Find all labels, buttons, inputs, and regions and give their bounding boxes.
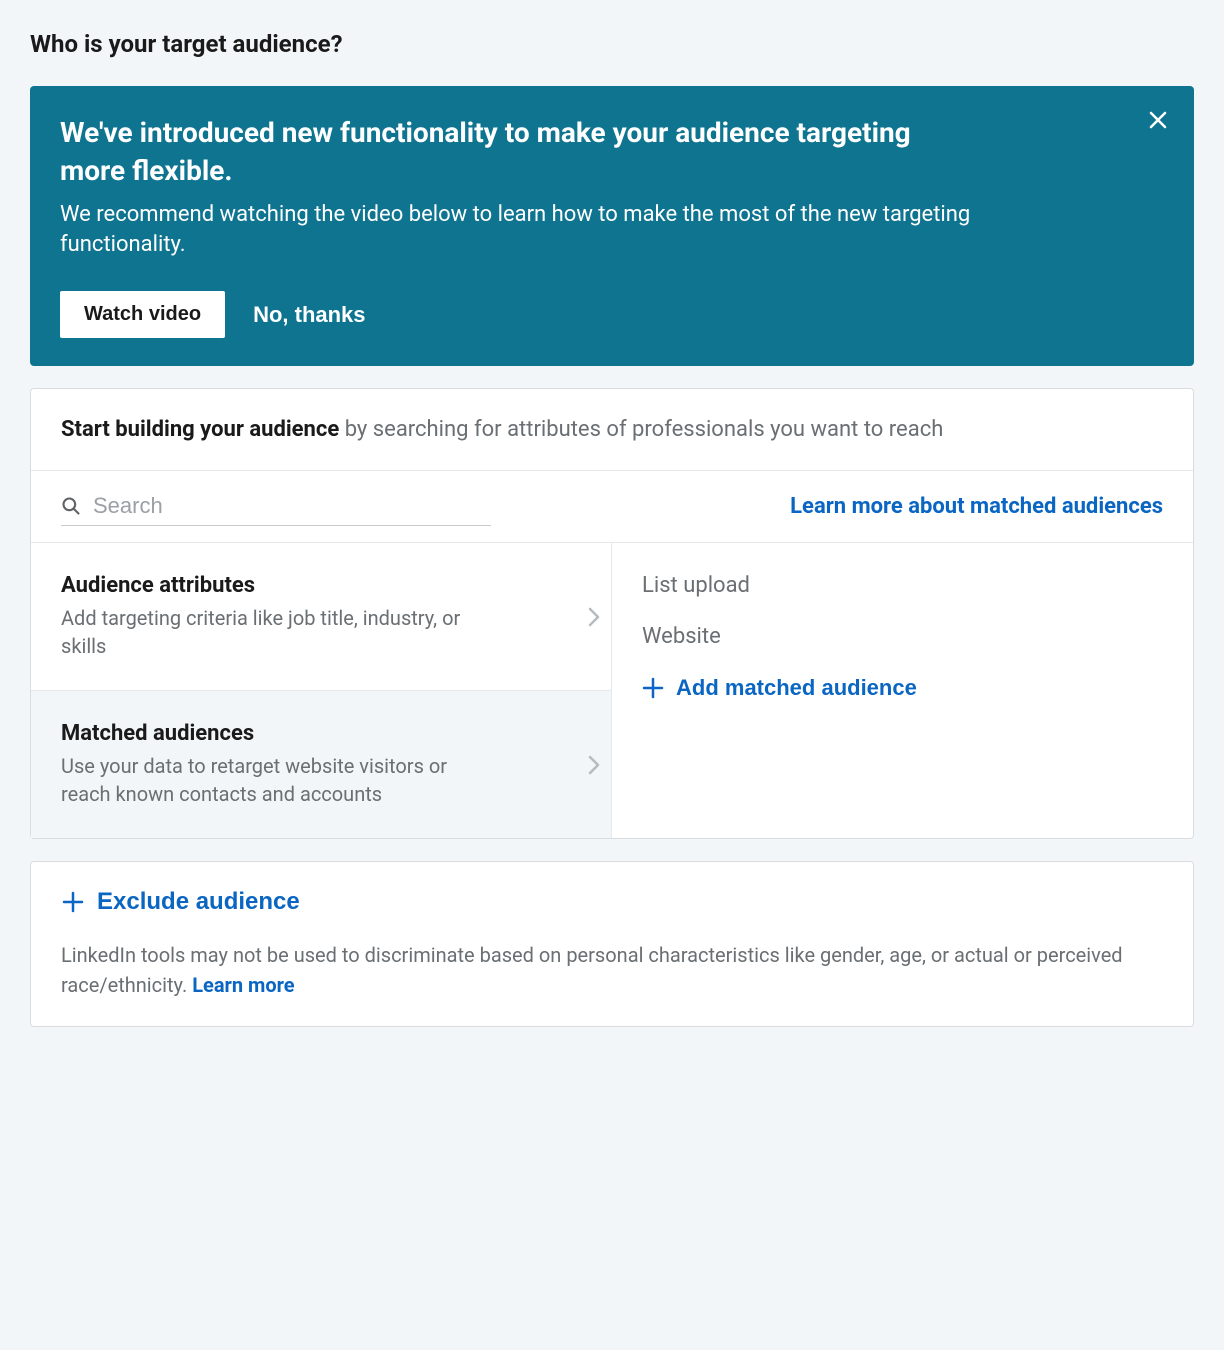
audience-builder-card: Start building your audience by searchin… [30, 388, 1194, 839]
option-title: Matched audiences [61, 721, 581, 746]
exclude-button-label: Exclude audience [97, 888, 300, 916]
info-banner: We've introduced new functionality to ma… [30, 86, 1194, 366]
add-matched-audience-button[interactable]: Add matched audience [642, 667, 917, 709]
options-column: Audience attributes Add targeting criter… [31, 543, 612, 838]
builder-header-bold: Start building your audience [61, 417, 339, 442]
no-thanks-button[interactable]: No, thanks [253, 302, 365, 328]
chevron-right-icon [587, 606, 601, 628]
builder-columns: Audience attributes Add targeting criter… [31, 543, 1193, 838]
search-row: Learn more about matched audiences [31, 471, 1193, 543]
search-icon [61, 496, 81, 516]
matched-subitem-website[interactable]: Website [642, 616, 1163, 667]
exclude-audience-button[interactable]: Exclude audience [61, 888, 300, 916]
option-description: Use your data to retarget website visito… [61, 752, 471, 808]
matched-subitem-list-upload[interactable]: List upload [642, 565, 1163, 616]
search-input[interactable] [93, 493, 491, 519]
option-matched-audiences[interactable]: Matched audiences Use your data to retar… [31, 691, 611, 838]
option-audience-attributes[interactable]: Audience attributes Add targeting criter… [31, 543, 611, 691]
disclaimer-text: LinkedIn tools may not be used to discri… [61, 940, 1163, 1000]
builder-header: Start building your audience by searchin… [31, 389, 1193, 471]
builder-header-light: by searching for attributes of professio… [339, 417, 943, 442]
banner-description: We recommend watching the video below to… [60, 200, 980, 262]
plus-icon [61, 890, 85, 914]
banner-actions: Watch video No, thanks [60, 291, 1164, 338]
banner-close-button[interactable] [1144, 106, 1172, 134]
learn-more-matched-link[interactable]: Learn more about matched audiences [790, 494, 1163, 519]
add-matched-label: Add matched audience [676, 675, 917, 701]
search-wrap [61, 487, 491, 526]
page-title: Who is your target audience? [30, 30, 1194, 58]
matched-detail-column: List upload Website Add matched audience [612, 543, 1193, 838]
disclaimer-learn-more-link[interactable]: Learn more [192, 973, 294, 997]
exclude-card: Exclude audience LinkedIn tools may not … [30, 861, 1194, 1027]
banner-title: We've introduced new functionality to ma… [60, 114, 940, 190]
chevron-right-icon [587, 754, 601, 776]
option-title: Audience attributes [61, 573, 581, 598]
watch-video-button[interactable]: Watch video [60, 291, 225, 338]
close-icon [1148, 110, 1168, 130]
plus-icon [642, 677, 664, 699]
option-description: Add targeting criteria like job title, i… [61, 604, 471, 660]
